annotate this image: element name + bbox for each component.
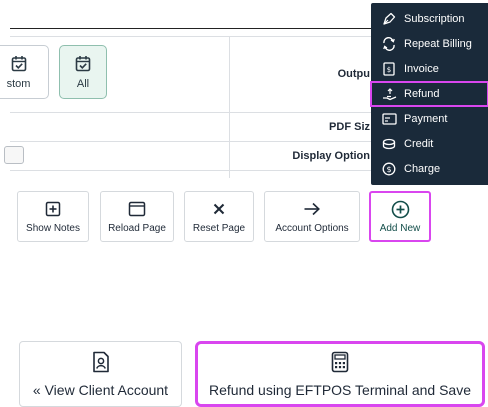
filter-label: stom xyxy=(6,77,31,90)
user-file-icon xyxy=(92,350,110,374)
action-label: Show Notes xyxy=(26,223,80,234)
arrow-right-icon xyxy=(303,199,321,219)
column-divider xyxy=(229,36,230,178)
pen-nib-icon xyxy=(381,11,397,27)
action-label: Account Options xyxy=(275,223,349,234)
action-label: Add New xyxy=(379,223,421,234)
calendar-check-icon xyxy=(11,55,27,73)
reload-page-button[interactable]: Reload Page xyxy=(100,191,174,242)
refund-eftpos-label: Refund using EFTPOS Terminal and Save xyxy=(209,382,471,398)
filter-all-button[interactable]: All xyxy=(59,45,107,99)
menu-item-label: Charge xyxy=(404,163,441,175)
menu-item-label: Invoice xyxy=(404,63,439,75)
add-new-dropdown-menu: Subscription Repeat Billing $ Invoice Re… xyxy=(370,3,488,185)
filter-label: All xyxy=(76,77,90,90)
plus-circle-icon xyxy=(391,199,410,219)
menu-item-refund[interactable]: Refund xyxy=(370,81,488,107)
card-icon xyxy=(381,111,397,127)
menu-item-label: Subscription xyxy=(404,13,465,25)
svg-text:$: $ xyxy=(387,66,391,74)
window-icon xyxy=(128,199,146,219)
x-icon xyxy=(212,199,226,219)
menu-item-subscription[interactable]: Subscription xyxy=(371,7,488,31)
action-label: Reset Page xyxy=(192,223,246,234)
add-new-button[interactable]: Add New xyxy=(369,191,431,242)
filter-custom-button[interactable]: stom xyxy=(0,45,49,99)
account-options-button[interactable]: Account Options xyxy=(264,191,360,242)
menu-item-label: Refund xyxy=(404,88,440,100)
repeat-icon xyxy=(381,36,397,52)
show-notes-button[interactable]: Show Notes xyxy=(17,191,89,242)
svg-text:$: $ xyxy=(386,165,391,174)
calculator-icon xyxy=(331,350,349,374)
display-option-input[interactable] xyxy=(4,146,24,164)
action-label: Reload Page xyxy=(108,223,166,234)
menu-item-payment[interactable]: Payment xyxy=(371,107,488,131)
dollar-circle-icon: $ xyxy=(381,161,397,177)
invoice-icon: $ xyxy=(381,61,397,77)
menu-item-repeat-billing[interactable]: Repeat Billing xyxy=(371,32,488,56)
pdf-size-label: PDF Siz xyxy=(329,121,370,133)
menu-item-label: Payment xyxy=(404,113,448,125)
calendar-check-icon xyxy=(75,55,91,73)
display-options-label: Display Option xyxy=(292,150,370,162)
plus-square-icon xyxy=(45,199,61,219)
menu-item-charge[interactable]: $ Charge xyxy=(371,157,488,181)
coins-icon xyxy=(381,136,397,152)
refund-hand-icon xyxy=(381,86,397,102)
output-label: Outpu xyxy=(337,68,370,80)
view-client-account-button[interactable]: « View Client Account xyxy=(19,341,182,407)
view-client-account-label: « View Client Account xyxy=(32,382,169,398)
menu-item-label: Credit xyxy=(404,138,434,150)
menu-item-label: Repeat Billing xyxy=(404,38,472,50)
menu-item-credit[interactable]: Credit xyxy=(371,132,488,156)
refund-eftpos-save-button[interactable]: Refund using EFTPOS Terminal and Save xyxy=(195,341,485,407)
reset-page-button[interactable]: Reset Page xyxy=(184,191,254,242)
menu-item-invoice[interactable]: $ Invoice xyxy=(371,57,488,81)
